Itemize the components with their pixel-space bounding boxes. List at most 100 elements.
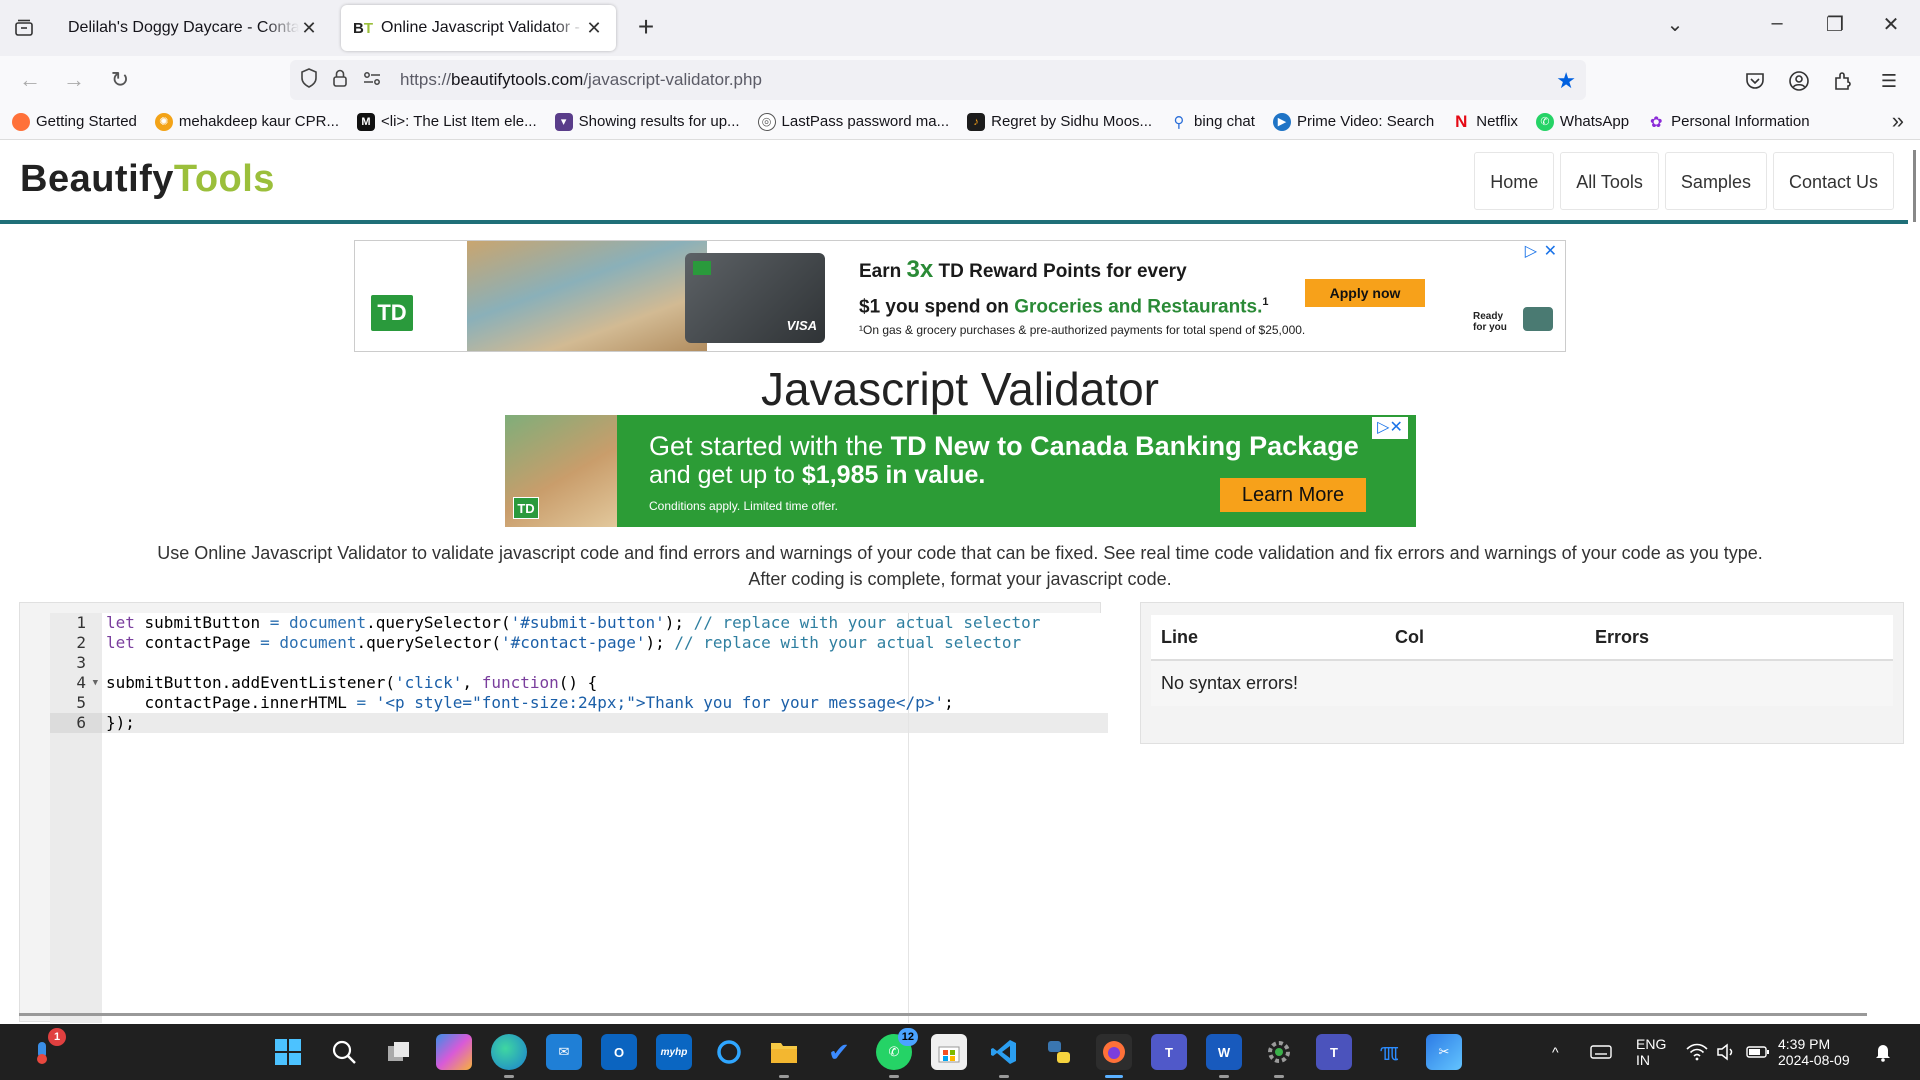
snipping-tool-icon[interactable]: ✂ xyxy=(1426,1034,1462,1070)
bookmark-mdn-li[interactable]: M <li>: The List Item ele... xyxy=(356,112,537,131)
horizontal-scrollbar[interactable] xyxy=(19,1013,1867,1016)
reload-icon[interactable]: ↻ xyxy=(104,64,136,96)
url-text[interactable]: https://beautifytools.com/javascript-val… xyxy=(400,70,762,90)
bookmark-mehakdeep[interactable]: ✺ mehakdeep kaur CPR... xyxy=(154,112,339,131)
hp-support-icon[interactable]: ℼ xyxy=(1371,1034,1407,1070)
store-icon[interactable] xyxy=(931,1034,967,1070)
clock[interactable]: 4:39 PM 2024-08-09 xyxy=(1778,1024,1850,1080)
bookmark-star-icon[interactable]: ★ xyxy=(1556,68,1576,94)
close-ad-icon[interactable]: ✕ xyxy=(1544,241,1557,261)
keyboard-icon[interactable] xyxy=(1590,1024,1612,1080)
globe-icon: ◎ xyxy=(757,112,776,131)
python-icon[interactable] xyxy=(1041,1034,1077,1070)
ad-fine-print: Conditions apply. Limited time offer. xyxy=(649,499,838,513)
page-scrollbar[interactable] xyxy=(1913,150,1916,222)
teams-icon[interactable]: T xyxy=(1151,1034,1187,1070)
nav-contact-us[interactable]: Contact Us xyxy=(1772,152,1894,210)
learn-more-button[interactable]: Learn More xyxy=(1220,478,1366,512)
back-arrow-icon[interactable]: ← xyxy=(14,64,46,96)
apply-now-button[interactable]: Apply now xyxy=(1305,279,1425,307)
code-lines[interactable]: let submitButton = document.querySelecto… xyxy=(106,613,1106,733)
music-icon: ♪ xyxy=(967,112,986,131)
volume-icon[interactable] xyxy=(1716,1024,1736,1080)
mdn-icon: M xyxy=(356,112,375,131)
menu-icon[interactable]: ☰ xyxy=(1876,68,1902,94)
vscode-icon[interactable] xyxy=(986,1034,1022,1078)
word-icon[interactable]: W xyxy=(1206,1034,1242,1078)
notifications-bell-icon[interactable] xyxy=(1874,1024,1892,1080)
outlook-icon[interactable]: O xyxy=(601,1034,637,1070)
nav-samples[interactable]: Samples xyxy=(1664,152,1767,210)
bookmark-getting-started[interactable]: Getting Started xyxy=(12,112,137,131)
bookmark-whatsapp[interactable]: ✆ WhatsApp xyxy=(1535,112,1629,131)
line-number-gutter: 1 2 3 4 ▼ 5 6 xyxy=(50,613,102,1023)
nav-home[interactable]: Home xyxy=(1474,152,1555,210)
beautifytools-logo[interactable]: BeautifyTools xyxy=(20,158,275,201)
play-icon: ▶ xyxy=(1272,112,1291,131)
chevron-double-right-icon[interactable]: » xyxy=(1892,108,1904,134)
language-indicator[interactable]: ENG IN xyxy=(1636,1024,1666,1080)
description-line: After coding is complete, format your ja… xyxy=(748,569,1172,589)
windows-taskbar: 1 ✉ O myhp ✔ ✆ 12 T W T ℼ ✂ ^ ENG IN 4:3… xyxy=(0,1024,1920,1080)
list-all-tabs-icon[interactable] xyxy=(10,14,38,42)
line-number: 4 xyxy=(76,673,86,692)
restore-button[interactable]: ❐ xyxy=(1820,12,1850,37)
bookmark-prime-video[interactable]: ▶ Prime Video: Search xyxy=(1272,112,1435,131)
wifi-icon[interactable] xyxy=(1686,1024,1708,1080)
teams-work-icon[interactable]: T xyxy=(1316,1034,1352,1070)
file-explorer-icon[interactable] xyxy=(766,1034,802,1078)
close-window-button[interactable]: ✕ xyxy=(1876,12,1906,37)
nav-all-tools[interactable]: All Tools xyxy=(1560,152,1659,210)
copilot-icon[interactable] xyxy=(436,1034,472,1070)
td-new-to-canada-ad[interactable]: TD Get started with the TD New to Canada… xyxy=(505,415,1416,527)
ad-photo xyxy=(467,241,707,351)
url-bar[interactable]: https://beautifytools.com/javascript-val… xyxy=(290,60,1586,100)
chevron-down-icon[interactable]: ⌄ xyxy=(1660,12,1690,37)
fold-arrow-icon[interactable]: ▼ xyxy=(93,673,98,693)
adchoices-close-icon[interactable]: ▷✕ xyxy=(1372,417,1408,439)
close-icon[interactable]: ✕ xyxy=(299,18,319,39)
mail-icon[interactable]: ✉ xyxy=(546,1034,582,1070)
line-number-fold[interactable]: 4 ▼ xyxy=(50,673,102,693)
tab-doggy-daycare[interactable]: Delilah's Doggy Daycare - Contact U ✕ xyxy=(56,5,331,51)
forward-arrow-icon[interactable]: → xyxy=(58,64,90,96)
bookmark-lastpass[interactable]: ◎ LastPass password ma... xyxy=(757,112,949,131)
description-line: Use Online Javascript Validator to valid… xyxy=(157,543,1763,563)
bookmarks-toolbar: Getting Started ✺ mehakdeep kaur CPR... M… xyxy=(0,104,1920,140)
td-rewards-ad[interactable]: TD VISA Earn 3x TD Reward Points for eve… xyxy=(354,240,1566,352)
adchoices-icon[interactable]: ▷ xyxy=(1525,241,1537,261)
search-icon[interactable] xyxy=(326,1034,362,1070)
myhp-icon[interactable]: myhp xyxy=(656,1034,692,1070)
close-icon[interactable]: ✕ xyxy=(584,18,604,39)
pocket-icon[interactable] xyxy=(1742,68,1768,94)
weather-widget-icon[interactable]: 1 xyxy=(24,1028,66,1070)
task-view-icon[interactable] xyxy=(381,1034,417,1070)
battery-icon[interactable] xyxy=(1746,1024,1770,1080)
bookmark-regret[interactable]: ♪ Regret by Sidhu Moos... xyxy=(967,112,1152,131)
start-icon[interactable] xyxy=(270,1034,306,1070)
permissions-icon[interactable] xyxy=(362,68,382,93)
bookmark-personal-information[interactable]: ✿ Personal Information xyxy=(1647,113,1810,131)
code-editor[interactable]: 1 2 3 4 ▼ 5 6 let submitButton = document… xyxy=(50,613,1108,1023)
new-tab-button[interactable]: + xyxy=(630,12,662,42)
bookmark-label: Prime Video: Search xyxy=(1296,113,1435,130)
show-hidden-icons[interactable]: ^ xyxy=(1552,1024,1559,1080)
ready-for-you-label: Ready for you xyxy=(1473,311,1507,333)
bookmark-netflix[interactable]: N Netflix xyxy=(1452,112,1518,131)
whatsapp-icon[interactable]: ✆ 12 xyxy=(876,1028,918,1078)
extensions-icon[interactable] xyxy=(1830,68,1856,94)
tab-javascript-validator[interactable]: BT Online Javascript Validator - Be ✕ xyxy=(341,5,616,51)
account-icon[interactable] xyxy=(1786,68,1812,94)
todo-icon[interactable]: ✔ xyxy=(821,1034,857,1070)
ready-line: for you xyxy=(1473,322,1507,333)
bookmark-bing-chat[interactable]: ⚲ bing chat xyxy=(1170,113,1255,131)
shield-icon[interactable] xyxy=(300,67,318,93)
settings-icon[interactable] xyxy=(1261,1034,1297,1078)
lock-icon[interactable] xyxy=(332,68,348,93)
cortana-icon[interactable] xyxy=(711,1034,747,1070)
page-title: Javascript Validator xyxy=(761,363,1159,415)
bookmark-showing-results[interactable]: ▾ Showing results for up... xyxy=(554,112,740,131)
minimize-button[interactable]: – xyxy=(1762,12,1792,35)
firefox-icon[interactable] xyxy=(1096,1034,1132,1078)
edge-icon[interactable] xyxy=(491,1034,527,1078)
